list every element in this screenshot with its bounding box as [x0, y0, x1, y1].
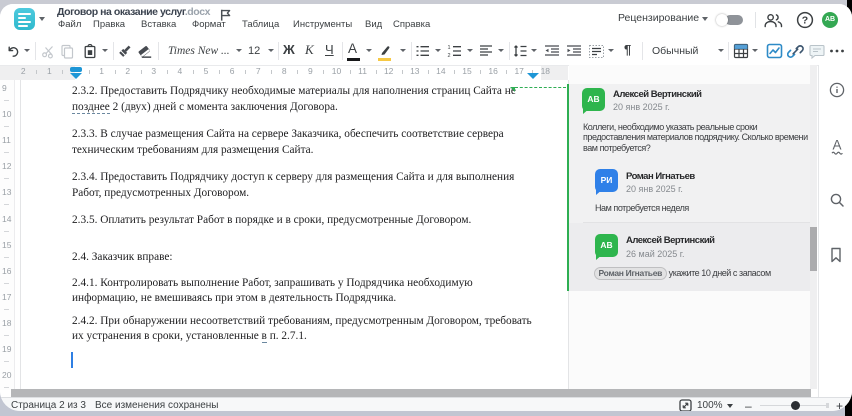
svg-text:?: ?: [802, 15, 808, 27]
svg-text:А: А: [832, 138, 841, 153]
svg-text:2: 2: [447, 53, 450, 58]
svg-text:1: 1: [447, 45, 450, 51]
